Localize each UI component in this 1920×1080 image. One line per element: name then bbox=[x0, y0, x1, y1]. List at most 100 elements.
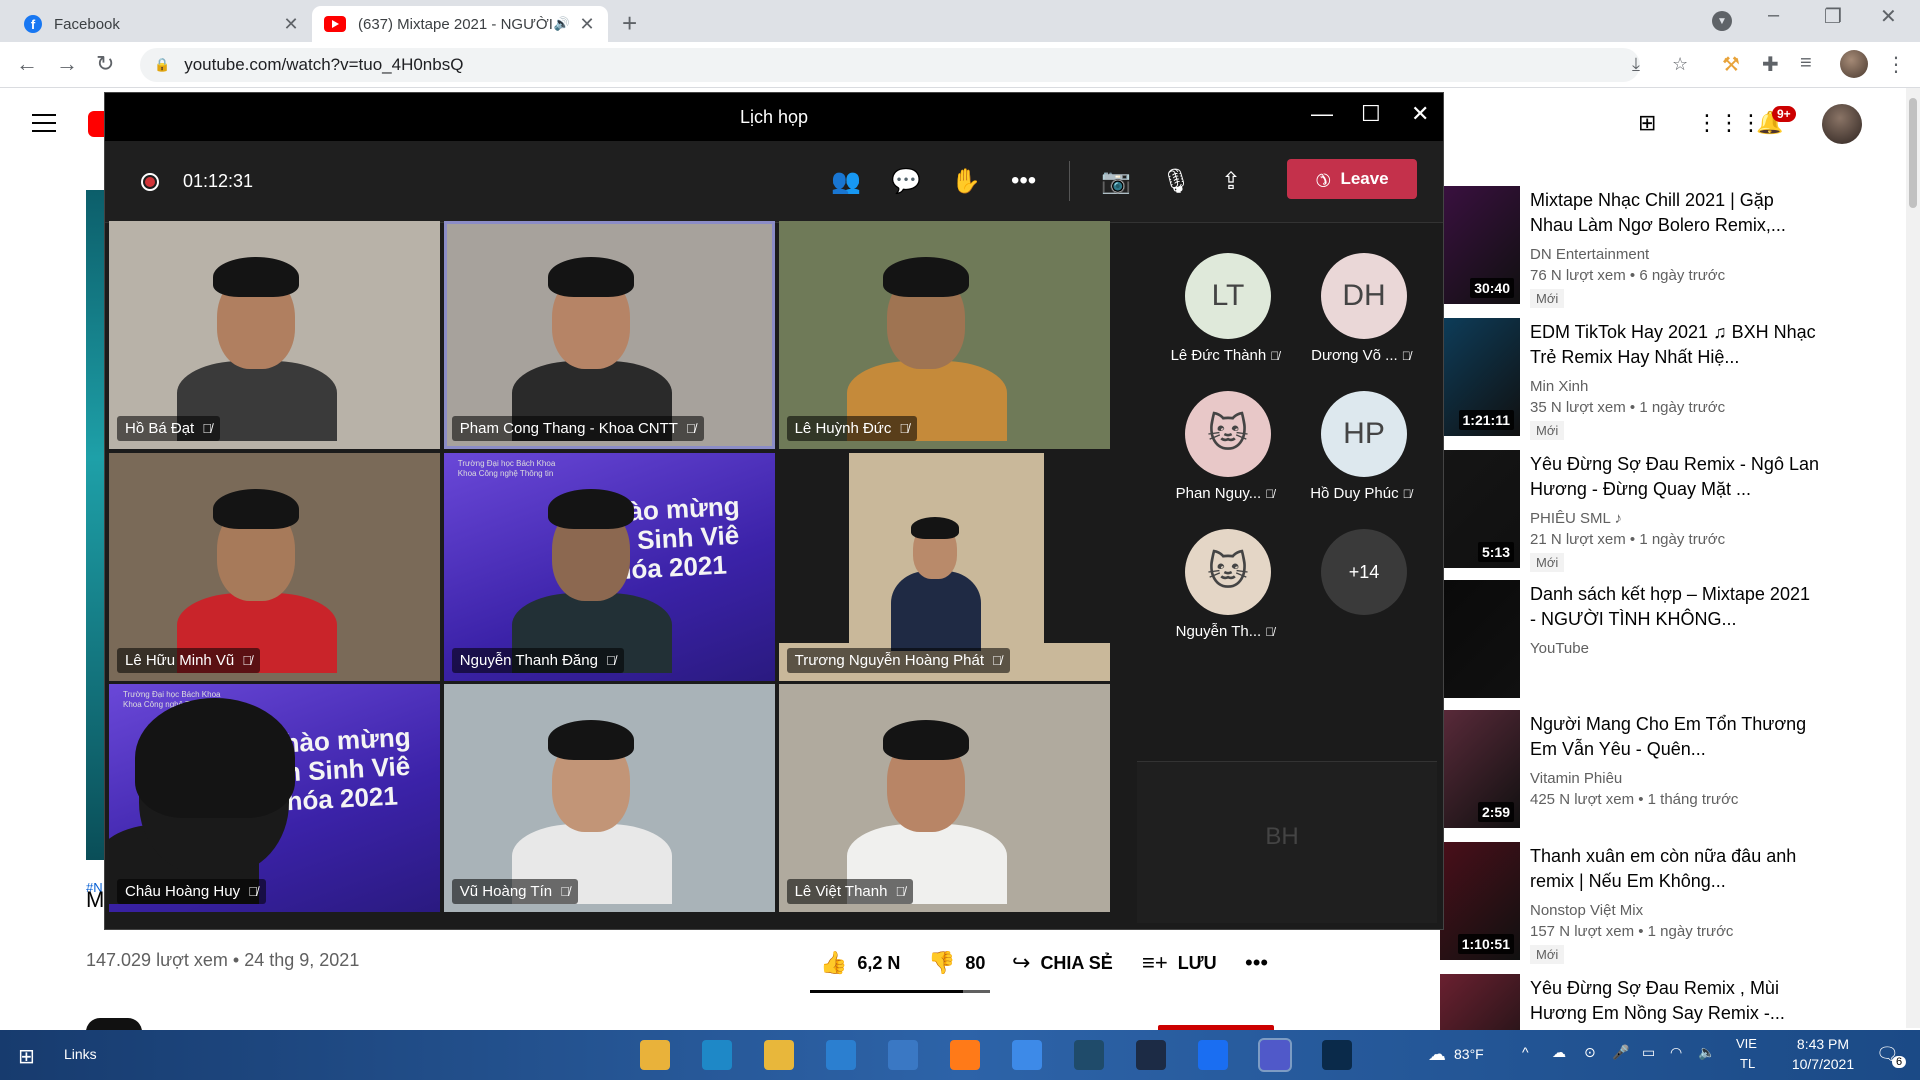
chrome-icon[interactable] bbox=[640, 1040, 670, 1070]
back-icon[interactable]: ← bbox=[16, 51, 38, 77]
video-thumbnail[interactable]: 5:13 bbox=[1440, 450, 1520, 568]
teams-icon[interactable] bbox=[1258, 1038, 1292, 1072]
recommendation-channel[interactable]: YouTube bbox=[1530, 640, 1820, 657]
like-button[interactable]: 👍 6,2 N bbox=[820, 950, 900, 976]
windows-start-icon[interactable]: ⊞ bbox=[18, 1044, 35, 1069]
restore-icon[interactable]: ❐ bbox=[1824, 4, 1842, 29]
participant-video-tile[interactable]: Trương Nguyễn Hoàng Phát 🎙̸ bbox=[778, 452, 1110, 681]
recommendation-channel[interactable]: Min Xinh bbox=[1530, 378, 1820, 395]
recommendation-item[interactable]: Danh sách kết hợp – Mixtape 2021 - NGƯỜI… bbox=[1440, 580, 1920, 700]
firefox-icon[interactable] bbox=[950, 1040, 980, 1070]
participant-avatar-cat-pink-hat[interactable]: 🐱 bbox=[1185, 391, 1271, 477]
dropbox-icon[interactable] bbox=[1012, 1040, 1042, 1070]
tray-chevron-icon[interactable]: ^ bbox=[1522, 1044, 1529, 1060]
recommendation-title[interactable]: Mixtape Nhạc Chill 2021 | Gặp Nhau Làm N… bbox=[1530, 188, 1820, 238]
more-actions-button[interactable]: ••• bbox=[1245, 950, 1278, 976]
forward-icon[interactable]: → bbox=[56, 51, 78, 77]
more-options-icon[interactable]: ••• bbox=[1011, 167, 1036, 195]
recommendation-channel[interactable]: PHIÊU SML ♪ bbox=[1530, 510, 1820, 527]
video-thumbnail[interactable] bbox=[1440, 580, 1520, 698]
teams-maximize-icon[interactable]: ☐ bbox=[1361, 101, 1381, 127]
new-tab-button[interactable]: + bbox=[622, 8, 637, 39]
photoshop-icon[interactable] bbox=[1322, 1040, 1352, 1070]
tray-app-icon[interactable]: ⊙ bbox=[1584, 1044, 1596, 1061]
share-button[interactable]: ↪ CHIA SẺ bbox=[1012, 950, 1113, 976]
dislike-button[interactable]: 👎 80 bbox=[928, 950, 985, 976]
leave-meeting-button[interactable]: ✆ Leave bbox=[1287, 159, 1417, 199]
participant-avatar[interactable]: HP bbox=[1321, 391, 1407, 477]
vscode-icon[interactable] bbox=[826, 1040, 856, 1070]
scrollbar-thumb[interactable] bbox=[1909, 98, 1917, 208]
tab-youtube[interactable]: (637) Mixtape 2021 - NGƯỜI 🔊 ✕ bbox=[312, 6, 608, 42]
close-tab-icon[interactable]: ✕ bbox=[578, 14, 596, 35]
recommendation-channel[interactable]: DN Entertainment bbox=[1530, 246, 1820, 263]
teams-minimize-icon[interactable]: — bbox=[1311, 101, 1333, 127]
participant-video-tile[interactable]: hào mừng n Sinh Viê hóa 2021 Trường Đại h… bbox=[443, 452, 775, 681]
mail-icon[interactable] bbox=[888, 1040, 918, 1070]
hamburger-menu-icon[interactable] bbox=[32, 114, 56, 138]
youtube-logo[interactable] bbox=[88, 111, 104, 137]
video-thumbnail[interactable]: 1:21:11 bbox=[1440, 318, 1520, 436]
teams-close-icon[interactable]: ✕ bbox=[1411, 101, 1429, 127]
recommendation-item[interactable]: 30:40 Mixtape Nhạc Chill 2021 | Gặp Nhau … bbox=[1440, 186, 1920, 308]
links-toolbar[interactable]: Links bbox=[64, 1046, 97, 1062]
temperature-text[interactable]: 83°F bbox=[1454, 1046, 1484, 1062]
lightroom-icon[interactable] bbox=[1136, 1040, 1166, 1070]
participant-video-tile[interactable]: Hồ Bá Đạt 🎙̸ bbox=[109, 221, 440, 449]
notes-icon[interactable] bbox=[1074, 1040, 1104, 1070]
volume-icon[interactable]: 🔈 bbox=[1698, 1044, 1715, 1061]
close-window-icon[interactable]: ✕ bbox=[1880, 4, 1897, 29]
save-button[interactable]: ≡+ LƯU bbox=[1142, 950, 1217, 976]
participant-avatar[interactable]: LT bbox=[1185, 253, 1271, 339]
tab-search-icon[interactable]: ▼ bbox=[1712, 11, 1732, 31]
minimize-icon[interactable]: – bbox=[1768, 4, 1779, 27]
participant-video-tile[interactable]: hào mừng n Sinh Viê hóa 2021 Trường Đại h… bbox=[109, 684, 440, 913]
participant-avatar[interactable]: DH bbox=[1321, 253, 1407, 339]
create-video-icon[interactable]: ⊞ bbox=[1638, 110, 1656, 136]
participant-video-tile[interactable]: Vũ Hoàng Tín 🎙̸ bbox=[443, 684, 775, 913]
recommendation-title[interactable]: Thanh xuân em còn nữa đâu anh remix | Nế… bbox=[1530, 844, 1820, 894]
participant-video-tile[interactable]: Lê Huỳnh Đức 🎙̸ bbox=[778, 221, 1110, 449]
zalo-icon[interactable] bbox=[1198, 1040, 1228, 1070]
wifi-icon[interactable]: ◠ bbox=[1670, 1044, 1682, 1061]
participant-video-tile[interactable]: Lê Hữu Minh Vũ 🎙̸ bbox=[109, 452, 440, 681]
chat-icon[interactable]: 💬 bbox=[891, 167, 921, 196]
tab-facebook[interactable]: f Facebook ✕ bbox=[12, 6, 312, 42]
recommendation-title[interactable]: EDM TikTok Hay 2021 ♫ BXH Nhạc Trẻ Remix… bbox=[1530, 320, 1820, 370]
language-bottom[interactable]: TL bbox=[1740, 1056, 1755, 1071]
address-bar[interactable]: 🔒 youtube.com/watch?v=tuo_4H0nbsQ bbox=[140, 48, 1640, 82]
recommendation-channel[interactable]: Nonstop Việt Mix bbox=[1530, 902, 1820, 919]
video-thumbnail[interactable]: 1:10:51 bbox=[1440, 842, 1520, 960]
clock-date[interactable]: 10/7/2021 bbox=[1778, 1056, 1868, 1072]
video-thumbnail[interactable]: 30:40 bbox=[1440, 186, 1520, 304]
video-thumbnail[interactable]: 2:59 bbox=[1440, 710, 1520, 828]
recommendation-title[interactable]: Người Mang Cho Em Tổn Thương Em Vẫn Yêu … bbox=[1530, 712, 1820, 762]
language-top[interactable]: VIE bbox=[1736, 1036, 1757, 1051]
recommendation-title[interactable]: Danh sách kết hợp – Mixtape 2021 - NGƯỜI… bbox=[1530, 582, 1820, 632]
microphone-tray-icon[interactable]: 🎤 bbox=[1612, 1044, 1629, 1061]
profile-avatar[interactable] bbox=[1840, 50, 1868, 78]
clock-time[interactable]: 8:43 PM bbox=[1788, 1036, 1858, 1052]
extensions-puzzle-icon[interactable]: ✚ bbox=[1762, 52, 1779, 77]
recommendation-item[interactable]: 1:21:11 EDM TikTok Hay 2021 ♫ BXH Nhạc Tr… bbox=[1440, 318, 1920, 440]
mic-off-icon[interactable]: 🎙 bbox=[1161, 167, 1191, 196]
participant-avatar[interactable]: +14 bbox=[1321, 529, 1407, 615]
recommendation-item[interactable]: 1:10:51 Thanh xuân em còn nữa đâu anh rem… bbox=[1440, 842, 1920, 964]
participant-avatar-cat-blanket[interactable]: 🐱 bbox=[1185, 529, 1271, 615]
battery-icon[interactable]: ▭ bbox=[1642, 1044, 1655, 1061]
recommendation-item[interactable]: 2:59 Người Mang Cho Em Tổn Thương Em Vẫn … bbox=[1440, 710, 1920, 830]
recommendation-title[interactable]: Yêu Đừng Sợ Đau Remix , Mùi Hương Em Nồn… bbox=[1530, 976, 1820, 1026]
recommendation-title[interactable]: Yêu Đừng Sợ Đau Remix - Ngô Lan Hương - … bbox=[1530, 452, 1820, 502]
weather-cloud-icon[interactable]: ☁ bbox=[1428, 1044, 1446, 1065]
file-explorer-icon[interactable] bbox=[764, 1040, 794, 1070]
participant-video-tile[interactable]: Pham Cong Thang - Khoa CNTT 🎙̸ bbox=[443, 221, 775, 449]
extension-hammer-icon[interactable]: ⚒ bbox=[1722, 52, 1740, 77]
media-control-icon[interactable]: ≡ bbox=[1800, 52, 1812, 75]
page-scrollbar[interactable] bbox=[1906, 88, 1920, 1028]
apps-grid-icon[interactable]: ⋮⋮⋮ bbox=[1696, 110, 1762, 136]
participant-avatar-bh[interactable]: BH bbox=[1247, 802, 1317, 872]
onedrive-icon[interactable]: ☁ bbox=[1552, 1044, 1566, 1061]
reload-icon[interactable]: ↻ bbox=[96, 51, 114, 77]
participant-video-tile[interactable]: Lê Việt Thanh 🎙̸ bbox=[778, 684, 1110, 913]
speaker-icon[interactable]: 🔊 bbox=[554, 16, 570, 32]
